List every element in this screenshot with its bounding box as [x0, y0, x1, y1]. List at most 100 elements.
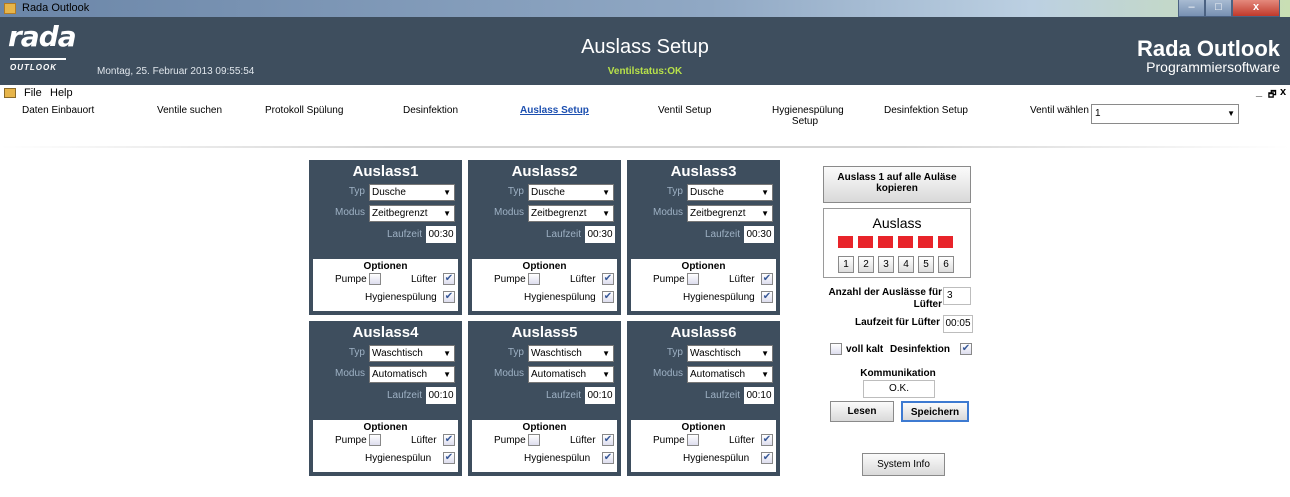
typ-select[interactable]: Waschtisch ▼	[369, 345, 455, 362]
modus-select[interactable]: Zeitbegrenzt ▼	[369, 205, 455, 222]
hygiene-checkbox[interactable]: ✔	[602, 291, 614, 303]
brand-subtitle: Programmiersoftware	[1146, 59, 1280, 75]
laufzeit-input[interactable]: 00:10	[426, 387, 456, 404]
outlet-panel-5: Auslass5 Typ Waschtisch ▼ Modus Automatisch ▼ L…	[468, 321, 621, 476]
luefter-checkbox[interactable]: ✔	[602, 434, 614, 446]
laufzeit-luefter-input[interactable]: 00:05	[943, 315, 973, 333]
laufzeit-input[interactable]: 00:10	[585, 387, 615, 404]
maximize-button[interactable]: □	[1205, 0, 1232, 17]
luefter-checkbox[interactable]: ✔	[761, 273, 773, 285]
pumpe-checkbox[interactable]	[369, 273, 381, 285]
menu-help[interactable]: Help	[50, 87, 73, 99]
anzahl-luefter-input[interactable]: 3	[943, 287, 971, 305]
luefter-checkbox[interactable]: ✔	[602, 273, 614, 285]
ventil-select-value: 1	[1095, 108, 1101, 119]
outlet-button-4[interactable]: 4	[898, 256, 914, 273]
typ-select[interactable]: Dusche ▼	[528, 184, 614, 201]
menu-file[interactable]: File	[24, 87, 42, 99]
outlet-button-3[interactable]: 3	[878, 256, 894, 273]
laufzeit-input[interactable]: 00:10	[744, 387, 774, 404]
laufzeit-label: Laufzeit	[545, 229, 581, 240]
speichern-button[interactable]: Speichern	[901, 401, 969, 422]
laufzeit-label: Laufzeit	[386, 390, 422, 401]
system-info-button[interactable]: System Info	[862, 453, 945, 476]
laufzeit-input[interactable]: 00:30	[585, 226, 615, 243]
typ-select[interactable]: Dusche ▼	[687, 184, 773, 201]
hygiene-checkbox[interactable]: ✔	[602, 452, 614, 464]
mdi-minimize-button[interactable]: _	[1256, 86, 1262, 98]
luefter-label: Lüfter	[411, 435, 437, 446]
luefter-checkbox[interactable]: ✔	[443, 273, 455, 285]
mdi-close-button[interactable]: x	[1280, 86, 1286, 98]
outlet-lamp-2	[858, 236, 873, 248]
copy-to-all-button[interactable]: Auslass 1 auf alle Auläse kopieren	[823, 166, 971, 203]
luefter-label: Lüfter	[570, 274, 596, 285]
hygiene-label: Hygienespülun	[365, 453, 432, 464]
outlet-button-2[interactable]: 2	[858, 256, 874, 273]
modus-value: Zeitbegrenzt	[531, 208, 587, 219]
pumpe-checkbox[interactable]	[528, 434, 540, 446]
modus-select[interactable]: Automatisch ▼	[528, 366, 614, 383]
hygiene-checkbox[interactable]: ✔	[443, 452, 455, 464]
auslass-indicator-title: Auslass	[872, 215, 922, 231]
laufzeit-input[interactable]: 00:30	[744, 226, 774, 243]
nav-auslass-setup[interactable]: Auslass Setup	[520, 105, 589, 116]
chevron-down-icon: ▼	[443, 188, 451, 197]
nav-daten-einbauort[interactable]: Daten Einbauort	[22, 105, 94, 116]
options-box: Optionen Pumpe Lüfter ✔ Hygienespülung ✔	[627, 259, 780, 315]
document-icon	[4, 88, 16, 98]
outlet-panel-3: Auslass3 Typ Dusche ▼ Modus Zeitbegrenzt ▼ Lauf…	[627, 160, 780, 315]
voll-kalt-checkbox[interactable]	[830, 343, 842, 355]
modus-select[interactable]: Automatisch ▼	[369, 366, 455, 383]
outlet-name: Auslass5	[511, 324, 578, 341]
nav-desinfektion[interactable]: Desinfektion	[403, 105, 458, 116]
lesen-button[interactable]: Lesen	[830, 401, 894, 422]
typ-value: Dusche	[531, 187, 565, 198]
options-title: Optionen	[363, 422, 408, 433]
desinfektion-checkbox[interactable]: ✔	[960, 343, 972, 355]
nav-desinfektion-setup[interactable]: Desinfektion Setup	[884, 105, 968, 116]
outlet-panel-2: Auslass2 Typ Dusche ▼ Modus Zeitbegrenzt ▼ Lauf…	[468, 160, 621, 315]
modus-label: Modus	[493, 207, 524, 218]
outlet-lamp-4	[898, 236, 913, 248]
outlet-button-5[interactable]: 5	[918, 256, 934, 273]
luefter-checkbox[interactable]: ✔	[443, 434, 455, 446]
minimize-button[interactable]: –	[1178, 0, 1205, 17]
typ-select[interactable]: Waschtisch ▼	[528, 345, 614, 362]
close-button[interactable]: x	[1232, 0, 1280, 17]
chevron-down-icon: ▼	[602, 349, 610, 358]
modus-select[interactable]: Automatisch ▼	[687, 366, 773, 383]
luefter-checkbox[interactable]: ✔	[761, 434, 773, 446]
nav-hygienespuelung-setup[interactable]: Hygienespülung Setup	[772, 105, 844, 127]
nav-protokoll-spuelung[interactable]: Protokoll Spülung	[265, 105, 343, 116]
pumpe-checkbox[interactable]	[687, 273, 699, 285]
pumpe-label: Pumpe	[494, 435, 526, 446]
ventil-select[interactable]: 1 ▼	[1091, 104, 1239, 124]
modus-select[interactable]: Zeitbegrenzt ▼	[528, 205, 614, 222]
pumpe-checkbox[interactable]	[528, 273, 540, 285]
outlet-button-1[interactable]: 1	[838, 256, 854, 273]
pumpe-checkbox[interactable]	[369, 434, 381, 446]
mdi-restore-button[interactable]: 🗗	[1268, 87, 1276, 103]
modus-label: Modus	[652, 207, 683, 218]
typ-select[interactable]: Dusche ▼	[369, 184, 455, 201]
outlet-lamp-1	[838, 236, 853, 248]
typ-label: Typ	[348, 347, 365, 358]
nav-ventile-suchen[interactable]: Ventile suchen	[157, 105, 222, 116]
modus-value: Automatisch	[690, 369, 746, 380]
chevron-down-icon: ▼	[761, 370, 769, 379]
outlet-panel-6: Auslass6 Typ Waschtisch ▼ Modus Automatisch ▼ L…	[627, 321, 780, 476]
hygiene-checkbox[interactable]: ✔	[761, 452, 773, 464]
laufzeit-input[interactable]: 00:30	[426, 226, 456, 243]
hygiene-checkbox[interactable]: ✔	[443, 291, 455, 303]
outlet-button-6[interactable]: 6	[938, 256, 954, 273]
kommunikation-value: O.K.	[863, 380, 935, 398]
hygiene-checkbox[interactable]: ✔	[761, 291, 773, 303]
hygiene-label: Hygienespülun	[524, 453, 591, 464]
logo-divider	[10, 58, 66, 60]
nav-ventil-setup[interactable]: Ventil Setup	[658, 105, 711, 116]
pumpe-checkbox[interactable]	[687, 434, 699, 446]
modus-select[interactable]: Zeitbegrenzt ▼	[687, 205, 773, 222]
typ-select[interactable]: Waschtisch ▼	[687, 345, 773, 362]
options-box: Optionen Pumpe Lüfter ✔ Hygienespülung ✔	[468, 259, 621, 315]
